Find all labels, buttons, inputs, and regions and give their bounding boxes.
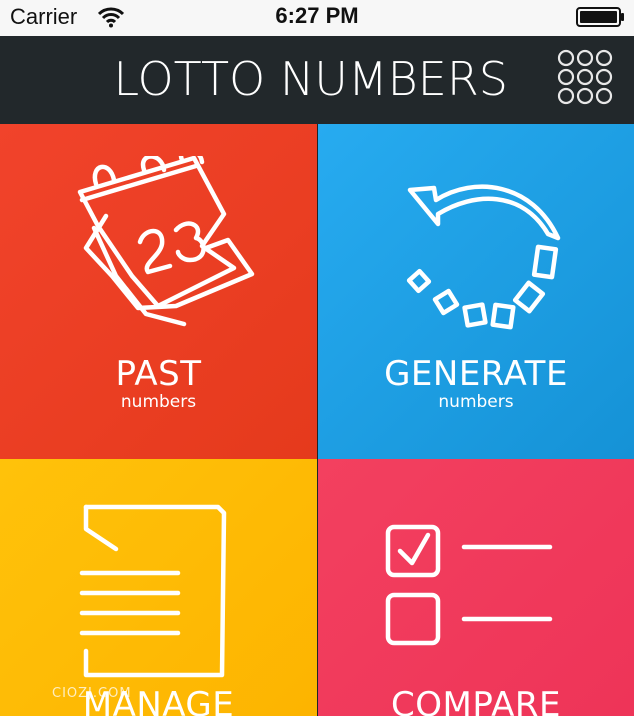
tile-subtitle: numbers: [120, 392, 197, 412]
checklist-icon: [385, 524, 553, 646]
tile-manage[interactable]: MANAGE: [0, 459, 317, 716]
refresh-icon: [406, 184, 561, 330]
tile-generate-numbers[interactable]: GENERATE numbers: [318, 124, 634, 459]
calendar-icon: [77, 156, 255, 327]
grid-dots-icon[interactable]: [556, 48, 614, 110]
tile-title: PAST: [115, 354, 202, 394]
clock: 6:27 PM: [275, 3, 359, 28]
tile-subtitle: numbers: [438, 392, 514, 412]
tile-title: GENERATE: [384, 354, 568, 394]
watermark: CIOZJ.COM: [52, 686, 132, 701]
tile-title: MANAGE: [82, 685, 235, 716]
tile-title: COMPARE: [390, 685, 562, 716]
status-bar: Carrier 6:27 PM: [0, 0, 634, 36]
tile-past-numbers[interactable]: PAST numbers: [0, 124, 317, 459]
document-icon: [79, 504, 227, 678]
battery-icon: [576, 6, 626, 32]
tile-compare[interactable]: COMPARE: [318, 459, 634, 716]
app-title: LOTTO NUMBERS: [113, 52, 508, 106]
nav-bar: LOTTO NUMBERS: [0, 36, 634, 124]
